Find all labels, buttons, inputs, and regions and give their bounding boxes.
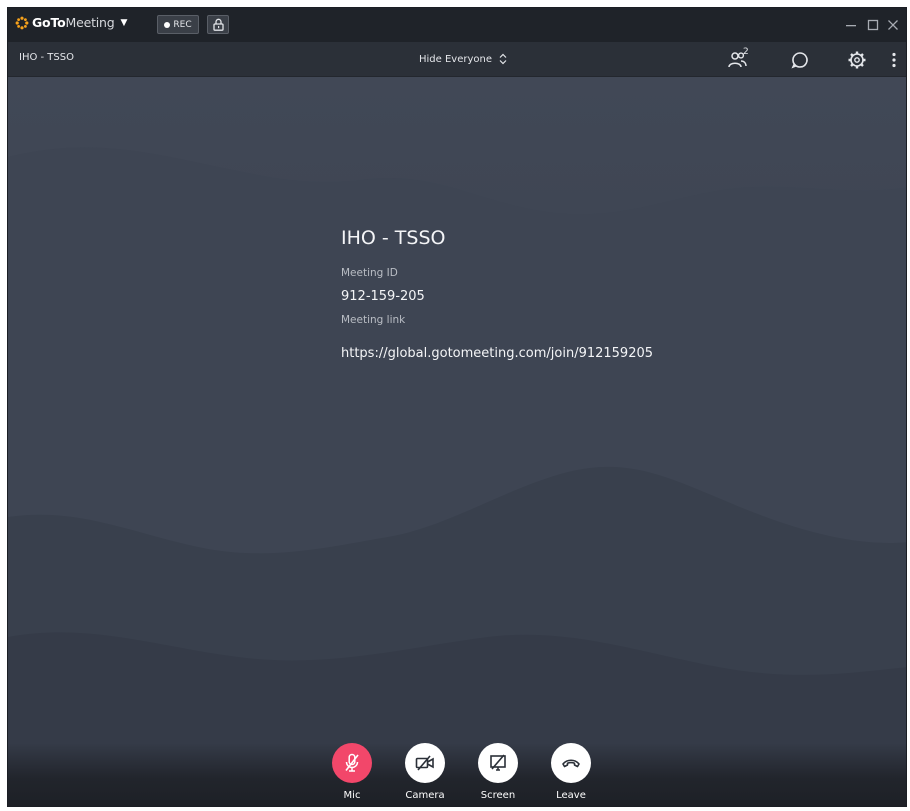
leave-control[interactable]: Leave: [541, 743, 601, 801]
screen-button[interactable]: [478, 743, 518, 783]
camera-control[interactable]: Camera: [395, 743, 455, 801]
chat-button[interactable]: [788, 49, 812, 71]
meeting-toolbar: IHO - TSSO Hide Everyone 2: [8, 42, 906, 77]
attendees-button[interactable]: 2: [726, 47, 750, 71]
lock-meeting-button[interactable]: [207, 15, 229, 34]
screen-share-icon: [490, 754, 506, 771]
mic-label: Mic: [343, 790, 361, 801]
maximize-button[interactable]: [863, 14, 883, 36]
chat-icon: [791, 52, 808, 69]
leave-label: Leave: [556, 790, 586, 801]
lock-icon: [212, 18, 224, 31]
meeting-id-label: Meeting ID: [341, 267, 398, 279]
title-bar: GoToMeeting ▼ REC: [8, 8, 906, 42]
meeting-id-value: 912-159-205: [341, 289, 425, 304]
meeting-stage: IHO - TSSO Meeting ID 912-159-205 Meetin…: [8, 77, 906, 806]
mic-button[interactable]: [332, 743, 372, 783]
meeting-name-label: IHO - TSSO: [19, 52, 74, 63]
gotomeeting-window: GoToMeeting ▼ REC IHO - TSSO Hide Everyo…: [7, 7, 907, 807]
meeting-link-label: Meeting link: [341, 314, 406, 326]
record-dot-icon: [164, 21, 171, 28]
settings-icon: [848, 51, 866, 69]
mic-control[interactable]: Mic: [322, 743, 382, 801]
settings-button[interactable]: [845, 49, 869, 71]
attendee-count-badge: 2: [743, 47, 749, 57]
record-label: REC: [173, 19, 192, 30]
mic-off-icon: [345, 753, 359, 772]
chevron-down-icon: ▼: [120, 17, 128, 28]
maximize-icon: [867, 19, 879, 31]
minimize-icon: [846, 25, 856, 27]
screen-label: Screen: [480, 790, 516, 801]
record-button[interactable]: REC: [157, 15, 199, 34]
view-mode-label: Hide Everyone: [419, 53, 493, 65]
meeting-info: IHO - TSSO Meeting ID 912-159-205 Meetin…: [341, 227, 653, 361]
chevron-up-down-icon: [499, 53, 507, 65]
camera-button[interactable]: [405, 743, 445, 783]
minimize-button[interactable]: [841, 14, 861, 36]
hang-up-icon: [562, 759, 580, 768]
more-icon: [892, 52, 896, 68]
meeting-title: IHO - TSSO: [341, 227, 446, 249]
view-mode-selector[interactable]: Hide Everyone: [419, 50, 507, 68]
camera-label: Camera: [405, 790, 445, 801]
close-button[interactable]: [883, 14, 903, 36]
close-icon: [888, 20, 898, 30]
app-brand: GoToMeeting: [32, 15, 115, 30]
camera-off-icon: [415, 755, 434, 771]
screen-control[interactable]: Screen: [468, 743, 528, 801]
meeting-link-value[interactable]: https://global.gotomeeting.com/join/9121…: [341, 346, 653, 361]
app-menu[interactable]: GoToMeeting ▼: [15, 15, 127, 30]
bottom-control-bar: [8, 743, 906, 806]
leave-button[interactable]: [551, 743, 591, 783]
mountain-background: [8, 147, 906, 806]
gotomeeting-logo-icon: [15, 16, 29, 29]
more-options-button[interactable]: [886, 49, 902, 71]
